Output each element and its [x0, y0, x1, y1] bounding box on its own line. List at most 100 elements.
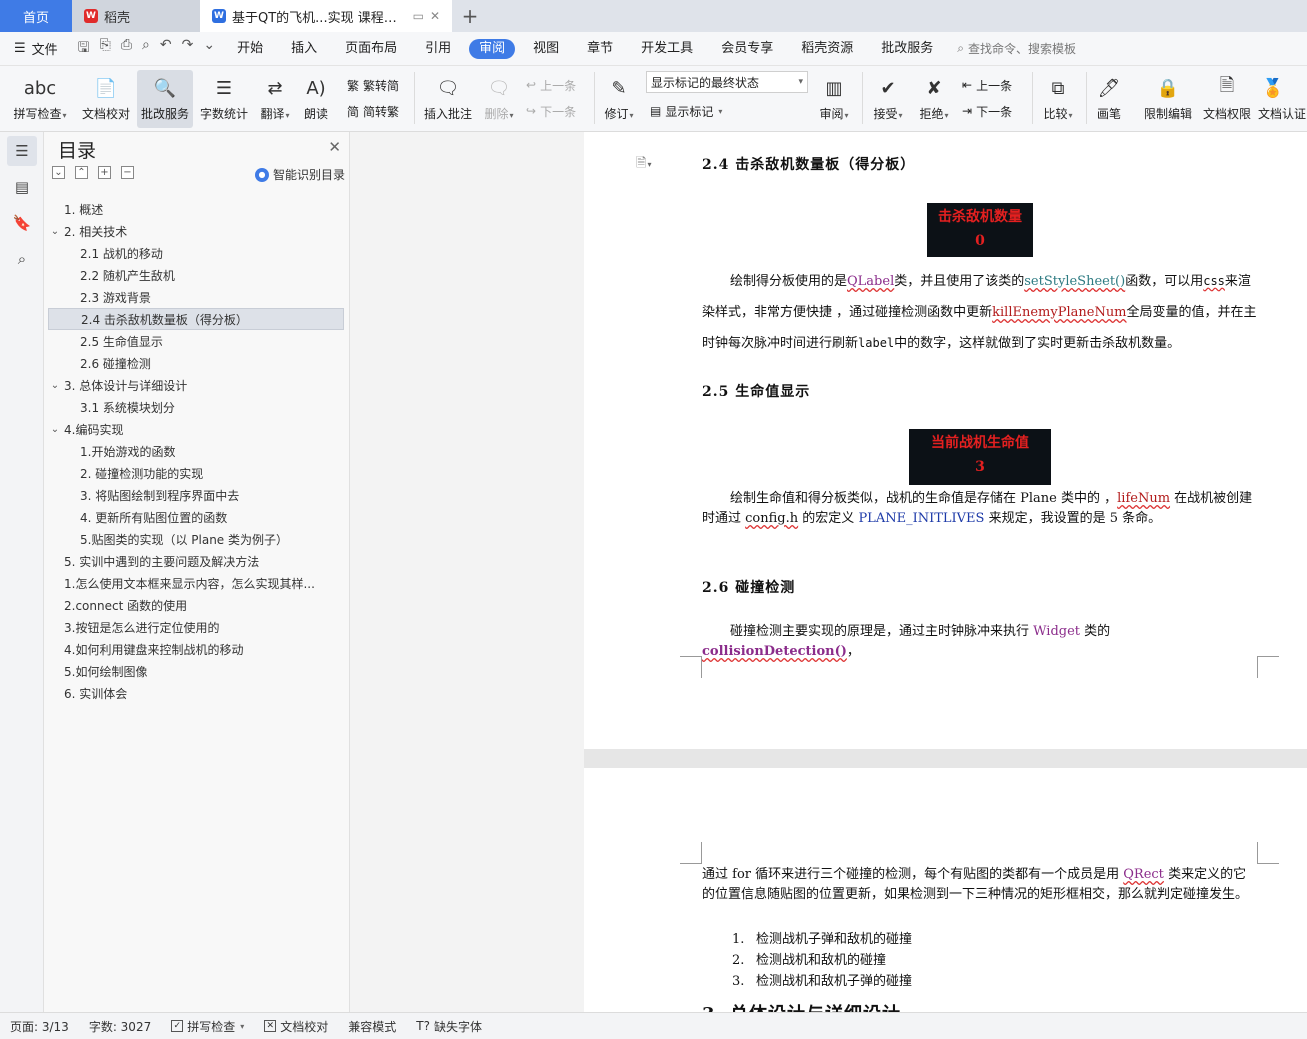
menu-item-4[interactable]: 审阅 [469, 38, 516, 59]
toc-item[interactable]: 3.按钮是怎么进行定位使用的 [48, 616, 344, 638]
tab-home[interactable]: 首页 [0, 0, 72, 32]
toc-item[interactable]: 5. 实训中遇到的主要问题及解决方法 [48, 550, 344, 572]
monitor-icon[interactable]: ▭ [413, 9, 424, 23]
menu-item-5[interactable]: 视图 [519, 39, 573, 59]
toc-item[interactable]: 1.开始游戏的函数 [48, 440, 344, 462]
menu-item-3[interactable]: 引用 [411, 39, 465, 59]
toc-item[interactable]: 2.1 战机的移动 [48, 242, 344, 264]
toc-item[interactable]: 5.贴图类的实现（以 Plane 类为例子） [48, 528, 344, 550]
toc-item[interactable]: 1.怎么使用文本框来显示内容，怎么实现其样... [48, 572, 344, 594]
menu-item-0[interactable]: 开始 [223, 39, 277, 59]
file-menu[interactable]: ☰ 文件 [0, 39, 70, 58]
collapse-all-icon[interactable]: ⌃ [75, 166, 88, 179]
markup-state-value: 显示标记的最终状态 [651, 75, 760, 90]
toc-item[interactable]: ⌄ 4.编码实现 [48, 418, 344, 440]
toc-item[interactable]: 2.5 生命值显示 [48, 330, 344, 352]
chevron-down-icon[interactable]: ⌄ [48, 380, 62, 391]
menu-item-6[interactable]: 章节 [573, 39, 627, 59]
toc-item[interactable]: 2. 碰撞检测功能的实现 [48, 462, 344, 484]
markup-state-select[interactable]: 显示标记的最终状态 ▾ [646, 71, 808, 93]
word-count-indicator[interactable]: 字数: 3027 [79, 1018, 161, 1035]
compare-button[interactable]: ⧉ 比较▾ [1038, 70, 1078, 128]
prev-change-button[interactable]: ⇤ 上一条 [962, 74, 1012, 96]
next-change-button[interactable]: ⇥ 下一条 [962, 100, 1012, 122]
toc-item[interactable]: 3. 将贴图绘制到程序界面中去 [48, 484, 344, 506]
bookmark-icon[interactable]: 🔖 [7, 208, 37, 238]
menu-item-7[interactable]: 开发工具 [627, 39, 707, 59]
pen-button[interactable]: 🖊 画笔 [1092, 70, 1126, 128]
reject-button[interactable]: ✘ 拒绝▾ [914, 70, 954, 128]
toc-item[interactable]: 4.如何利用键盘来控制战机的移动 [48, 638, 344, 660]
show-markup-button[interactable]: ▤ 显示标记 ▾ [650, 100, 722, 122]
close-icon[interactable]: ✕ [328, 138, 341, 156]
menu-item-8[interactable]: 会员专享 [707, 39, 787, 59]
toc-item[interactable]: ⌄ 3. 总体设计与详细设计 [48, 374, 344, 396]
preview-icon[interactable]: ⌕ [142, 37, 150, 61]
proof-status[interactable]: ✕ 文档校对 [254, 1018, 338, 1035]
prev-comment-button[interactable]: ↩ 上一条 [526, 74, 576, 96]
toc-item[interactable]: 3.1 系统模块划分 [48, 396, 344, 418]
next-comment-button[interactable]: ↪ 下一条 [526, 100, 576, 122]
word-count-button[interactable]: ☰ 字数统计 [197, 70, 251, 128]
toc-item[interactable]: 2.6 碰撞检测 [48, 352, 344, 374]
chevron-down-icon[interactable]: ⌄ [48, 424, 62, 435]
toc-item[interactable]: 5.如何绘制图像 [48, 660, 344, 682]
toc-item[interactable]: 4. 更新所有贴图位置的函数 [48, 506, 344, 528]
tab-daoke[interactable]: W 稻壳 [72, 0, 200, 32]
accept-button[interactable]: ✔ 接受▾ [868, 70, 908, 128]
chapter-nav-icon[interactable]: ▤ [7, 172, 37, 202]
print-icon[interactable]: ⎙ [121, 37, 132, 61]
lock-icon: 🔒 [1156, 77, 1180, 99]
save-icon[interactable]: 🖫 [78, 37, 90, 61]
menu-item-2[interactable]: 页面布局 [331, 39, 411, 59]
review-pane-button[interactable]: ▥ 审阅▾ [814, 70, 854, 128]
add-heading-icon[interactable]: + [98, 166, 111, 179]
spellcheck-button[interactable]: abc 拼写检查▾ [8, 70, 72, 128]
toc-item-label: 3. 总体设计与详细设计 [64, 378, 188, 393]
doc-proof-button[interactable]: 📄 文档校对 [78, 70, 134, 128]
toc-item[interactable]: 2.connect 函数的使用 [48, 594, 344, 616]
life-board-image: 当前战机生命值 3 [909, 429, 1051, 485]
command-search[interactable]: ⌕ 查找命令、搜索模板 [947, 40, 1076, 57]
export-icon[interactable]: ⎘ [100, 37, 111, 61]
new-tab-button[interactable]: + [452, 0, 488, 32]
read-aloud-button[interactable]: A) 朗读 [299, 70, 333, 128]
simp-to-trad-button[interactable]: 简简转繁 [347, 100, 399, 122]
toc-pane-icon[interactable]: ☰ [7, 136, 37, 166]
restrict-edit-button[interactable]: 🔒 限制编辑 [1140, 70, 1196, 128]
translate-button[interactable]: ⇄ 翻译▾ [255, 70, 295, 128]
delete-comment-button[interactable]: 🗨 删除▾ [480, 70, 518, 128]
page-indicator[interactable]: 页面: 3/13 [0, 1018, 79, 1035]
toc-item[interactable]: 6. 实训体会 [48, 682, 344, 704]
doc-marker-icon[interactable]: 🗎▾ [636, 154, 651, 176]
read-aloud-label: 朗读 [303, 107, 328, 121]
spellcheck-status[interactable]: ✓ 拼写检查 ▾ [161, 1018, 254, 1035]
list-item: 1. 检测战机子弹和敌机的碰撞 [732, 928, 912, 947]
revise-button[interactable]: ✎ 修订▾ [600, 70, 638, 128]
tab-document[interactable]: W 基于QT的飞机...实现 课程论文 ▭ ✕ [200, 0, 452, 32]
more-chevron-icon[interactable]: ⌄ [203, 37, 215, 61]
chevron-down-icon[interactable]: ⌄ [48, 226, 62, 237]
close-tab-icon[interactable]: ✕ [430, 9, 440, 23]
toc-item[interactable]: 2.2 随机产生敌机 [48, 264, 344, 286]
redo-icon[interactable]: ↷ [182, 37, 194, 61]
toc-item[interactable]: 2.4 击杀敌机数量板（得分板） [48, 308, 344, 330]
missing-font-status[interactable]: T? 缺失字体 [406, 1018, 492, 1035]
toc-item[interactable]: ⌄ 2. 相关技术 [48, 220, 344, 242]
crop-mark [1257, 656, 1279, 678]
expand-all-icon[interactable]: ⌄ [52, 166, 65, 179]
menu-item-10[interactable]: 批改服务 [867, 39, 947, 59]
smart-toc-button[interactable]: ● 智能识别目录 [254, 166, 345, 183]
undo-icon[interactable]: ↶ [160, 37, 172, 61]
trad-to-simp-button[interactable]: 繁繁转简 [347, 74, 399, 96]
doc-rights-button[interactable]: 🗎 文档权限 [1200, 70, 1254, 128]
toc-item[interactable]: 2.3 游戏背景 [48, 286, 344, 308]
correction-service-button[interactable]: 🔍 批改服务 [137, 70, 193, 128]
remove-heading-icon[interactable]: − [121, 166, 134, 179]
insert-comment-button[interactable]: 🗨 插入批注 [420, 70, 476, 128]
menu-item-9[interactable]: 稻壳资源 [787, 39, 867, 59]
toc-item[interactable]: 1. 概述 [48, 198, 344, 220]
search-icon[interactable]: ⌕ [7, 244, 37, 274]
doc-cert-button[interactable]: 🏅 文档认证 [1258, 70, 1307, 128]
menu-item-1[interactable]: 插入 [277, 39, 331, 59]
